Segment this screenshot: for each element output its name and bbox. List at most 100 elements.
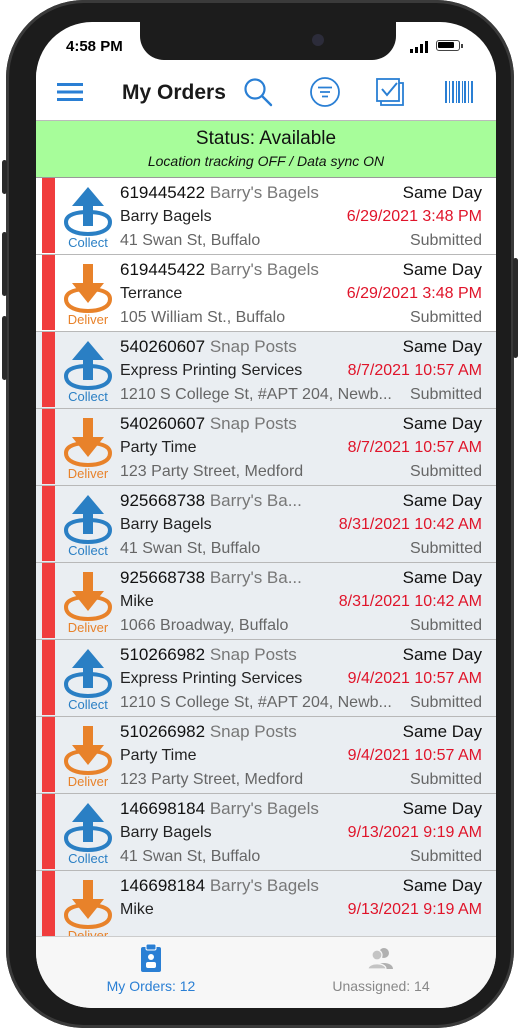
filter-icon[interactable] xyxy=(308,70,342,114)
priority-strip xyxy=(42,640,55,715)
notch xyxy=(140,22,396,60)
app-screen: 4:58 PM My Orders Status: Available Loca… xyxy=(36,22,496,1008)
navigation-bar: My Orders xyxy=(36,70,496,120)
order-number: 925668738 xyxy=(120,568,206,587)
order-status: Submitted xyxy=(409,848,482,865)
priority-strip xyxy=(42,717,55,792)
customer-name: Barry's Ba... xyxy=(209,568,302,587)
order-heading: 540260607 Snap Posts xyxy=(120,414,297,434)
order-status: Submitted xyxy=(409,617,482,634)
order-datetime: 6/29/2021 3:48 PM xyxy=(346,208,482,225)
priority-strip xyxy=(42,178,55,253)
priority-strip xyxy=(42,255,55,330)
order-heading: 510266982 Snap Posts xyxy=(120,722,297,742)
order-address: 1066 Broadway, Buffalo xyxy=(120,617,289,634)
order-datetime: 8/31/2021 10:42 AM xyxy=(338,516,482,533)
order-row[interactable]: Collect 146698184 Barry's Bagels Barry B… xyxy=(36,794,496,871)
order-type-label: Collect xyxy=(68,543,108,558)
search-icon[interactable] xyxy=(242,70,274,114)
customer-name: Snap Posts xyxy=(209,414,297,433)
service-level: Same Day xyxy=(402,337,482,356)
order-status: Submitted xyxy=(409,386,482,403)
order-row[interactable]: Collect 510266982 Snap Posts Express Pri… xyxy=(36,640,496,717)
menu-icon[interactable] xyxy=(56,70,84,114)
order-status: Submitted xyxy=(409,232,482,249)
order-heading: 925668738 Barry's Ba... xyxy=(120,568,302,588)
order-address: 41 Swan St, Buffalo xyxy=(120,232,261,249)
order-status: Submitted xyxy=(409,694,482,711)
camera xyxy=(312,34,324,46)
customer-name: Snap Posts xyxy=(209,337,297,356)
order-number: 146698184 xyxy=(120,876,206,895)
order-number: 925668738 xyxy=(120,491,206,510)
priority-strip xyxy=(42,563,55,638)
customer-name: Snap Posts xyxy=(209,722,297,741)
priority-strip xyxy=(42,332,55,407)
availability-banner[interactable]: Status: Available Location tracking OFF … xyxy=(36,120,496,178)
order-address: 1210 S College St, #APT 204, Newb... xyxy=(120,386,392,403)
order-type-label: Deliver xyxy=(67,312,109,327)
customer-name: Barry's Bagels xyxy=(209,183,319,202)
tab-my-orders-label: My Orders: 12 xyxy=(106,978,196,994)
tracking-status: Location tracking OFF / Data sync ON xyxy=(147,153,385,169)
order-row[interactable]: Collect 925668738 Barry's Ba... Barry Ba… xyxy=(36,486,496,563)
order-datetime: 8/7/2021 10:57 AM xyxy=(347,439,482,456)
people-icon xyxy=(367,948,393,969)
order-row[interactable]: Deliver 540260607 Snap Posts Party Time … xyxy=(36,409,496,486)
tab-my-orders[interactable]: My Orders: 12 xyxy=(36,937,266,1008)
order-row[interactable]: Deliver 619445422 Barry's Bagels Terranc… xyxy=(36,255,496,332)
contact-name: Mike xyxy=(120,593,154,610)
order-heading: 619445422 Barry's Bagels xyxy=(120,260,319,280)
customer-name: Barry's Bagels xyxy=(209,260,319,279)
service-level: Same Day xyxy=(402,722,482,741)
order-number: 510266982 xyxy=(120,645,206,664)
order-address: 41 Swan St, Buffalo xyxy=(120,848,261,865)
order-row[interactable]: Collect 619445422 Barry's Bagels Barry B… xyxy=(36,178,496,255)
customer-name: Barry's Bagels xyxy=(209,876,319,895)
order-number: 540260607 xyxy=(120,414,206,433)
battery-icon xyxy=(436,40,463,51)
service-level: Same Day xyxy=(402,491,482,510)
contact-name: Barry Bagels xyxy=(120,208,212,225)
order-address: 1210 S College St, #APT 204, Newb... xyxy=(120,694,392,711)
order-heading: 619445422 Barry's Bagels xyxy=(120,183,319,203)
order-address: 123 Party Street, Medford xyxy=(120,463,304,480)
order-type-label: Collect xyxy=(68,389,108,404)
customer-name: Barry's Ba... xyxy=(209,491,302,510)
barcode-icon[interactable] xyxy=(444,70,474,114)
order-datetime: 9/13/2021 9:19 AM xyxy=(347,824,482,841)
priority-strip xyxy=(42,871,55,936)
signal-icon xyxy=(410,41,428,53)
order-row[interactable]: Deliver 510266982 Snap Posts Party Time … xyxy=(36,717,496,794)
mute-switch xyxy=(2,160,7,194)
service-level: Same Day xyxy=(402,645,482,664)
order-status: Submitted xyxy=(409,309,482,326)
order-address: 41 Swan St, Buffalo xyxy=(120,540,261,557)
order-heading: 540260607 Snap Posts xyxy=(120,337,297,357)
tab-bar: My Orders: 12 Unassigned: 14 xyxy=(36,936,496,1008)
tab-unassigned[interactable]: Unassigned: 14 xyxy=(266,937,496,1008)
phone-frame: 4:58 PM My Orders Status: Available Loca… xyxy=(2,0,518,1028)
clipboard-icon xyxy=(141,943,161,972)
service-level: Same Day xyxy=(402,183,482,202)
order-type-label: Collect xyxy=(68,697,108,712)
order-row[interactable]: Deliver 146698184 Barry's Bagels Mike Sa… xyxy=(36,871,496,936)
order-address: 123 Party Street, Medford xyxy=(120,771,304,788)
contact-name: Party Time xyxy=(120,747,197,764)
service-level: Same Day xyxy=(402,414,482,433)
tab-unassigned-label: Unassigned: 14 xyxy=(332,978,430,994)
order-number: 510266982 xyxy=(120,722,206,741)
order-row[interactable]: Collect 540260607 Snap Posts Express Pri… xyxy=(36,332,496,409)
contact-name: Express Printing Services xyxy=(120,670,303,687)
order-heading: 510266982 Snap Posts xyxy=(120,645,297,665)
orders-list[interactable]: Collect 619445422 Barry's Bagels Barry B… xyxy=(36,178,496,936)
priority-strip xyxy=(42,794,55,869)
order-number: 540260607 xyxy=(120,337,206,356)
order-row[interactable]: Deliver 925668738 Barry's Ba... Mike 106… xyxy=(36,563,496,640)
order-heading: 925668738 Barry's Ba... xyxy=(120,491,302,511)
checkbox-icon[interactable] xyxy=(374,70,408,114)
availability-status: Status: Available xyxy=(195,128,337,149)
contact-name: Barry Bagels xyxy=(120,824,212,841)
volume-up-button xyxy=(2,232,7,296)
order-type-label: Collect xyxy=(68,235,108,250)
